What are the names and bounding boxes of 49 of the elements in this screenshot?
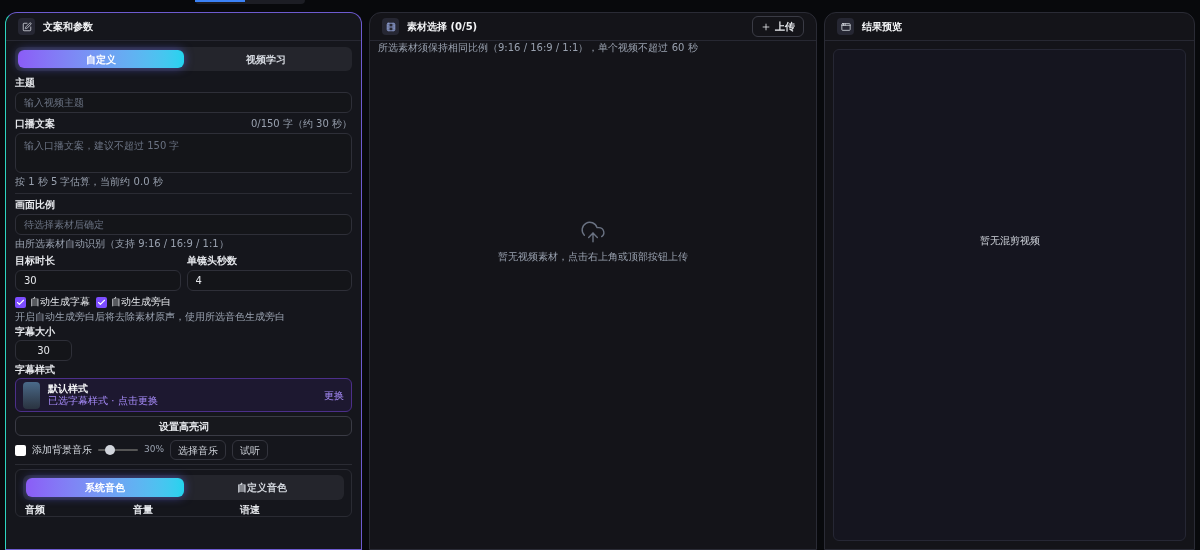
hint-text: 按 1 秒 5 字估算，当前约 0.0 秒 bbox=[15, 176, 164, 188]
field-label: 目标时长 bbox=[15, 255, 56, 267]
checkbox[interactable] bbox=[15, 296, 26, 308]
field-label: 字幕样式 bbox=[15, 364, 56, 376]
style-card[interactable]: 默认样式 已选字幕样式 · 点击更换 更换 bbox=[15, 378, 352, 412]
hint-text: 0/150 字（约 30 秒） bbox=[250, 118, 352, 130]
checkbox-label: 自动生成旁白 bbox=[111, 296, 171, 308]
text-area[interactable]: 输入口播文案，建议不超过 150 字 bbox=[15, 133, 352, 173]
check-icon bbox=[16, 297, 25, 307]
field-label: 主题 bbox=[15, 77, 36, 89]
slider-thumb[interactable] bbox=[105, 445, 115, 455]
field-label: 口播文案 bbox=[15, 118, 55, 130]
panel-title: 文案和参数 bbox=[43, 20, 93, 34]
input-field[interactable]: 30 bbox=[15, 340, 72, 361]
checkbox[interactable] bbox=[15, 444, 26, 456]
input-field[interactable]: 4 bbox=[186, 270, 352, 291]
checkbox-label: 添加背景音乐 bbox=[32, 444, 92, 456]
music-button[interactable]: 试听 bbox=[232, 440, 268, 460]
checkbox-label: 自动生成字幕 bbox=[30, 296, 90, 308]
field-label: 单镜头秒数 bbox=[186, 255, 238, 267]
tab[interactable]: 视频学习 bbox=[183, 50, 349, 68]
field-label: 音频 bbox=[25, 504, 46, 516]
input-field[interactable]: 待选择素材后确定 bbox=[15, 214, 352, 235]
upload-cloud-icon bbox=[580, 219, 606, 245]
style-name: 默认样式 bbox=[48, 383, 89, 395]
volume-reading: 30% bbox=[144, 443, 164, 457]
input-field[interactable]: 输入视频主题 bbox=[15, 92, 352, 113]
hint-text: 由所选素材自动识别（支持 9:16 / 16:9 / 1:1） bbox=[15, 238, 230, 250]
check-icon bbox=[97, 297, 106, 307]
field-label: 画面比例 bbox=[15, 199, 56, 211]
music-button[interactable]: 选择音乐 bbox=[170, 440, 226, 460]
empty-message: 暂无视频素材，点击右上角或顶部按钮上传 bbox=[498, 250, 688, 264]
upload-button[interactable]: 上传 bbox=[752, 16, 804, 37]
tab[interactable]: 自定义音色 bbox=[183, 478, 341, 497]
photo-placeholder bbox=[23, 381, 40, 409]
plus-icon bbox=[761, 21, 771, 32]
style-subtitle: 已选字幕样式 · 点击更换 bbox=[48, 395, 159, 407]
empty-message: 暂无混剪视频 bbox=[979, 233, 1040, 248]
highlight-button[interactable]: 设置高亮词 bbox=[15, 416, 352, 436]
field-label: 音量 bbox=[132, 504, 154, 516]
change-link[interactable]: 更换 bbox=[324, 387, 344, 403]
hint-text: 开启自动生成旁白后将去除素材原声，使用所选音色生成旁白 bbox=[15, 311, 286, 323]
field-label: 语速 bbox=[240, 504, 262, 516]
field-label: 字幕大小 bbox=[15, 326, 56, 338]
checkbox[interactable] bbox=[96, 296, 107, 308]
panel-title: 结果预览 bbox=[862, 20, 902, 34]
panel-title: 素材选择 (0/5) bbox=[407, 20, 478, 34]
input-field[interactable]: 30 bbox=[15, 270, 181, 291]
hint-text: 所选素材须保持相同比例（9:16 / 16:9 / 1:1），单个视频不超过 60 秒 bbox=[378, 42, 699, 54]
